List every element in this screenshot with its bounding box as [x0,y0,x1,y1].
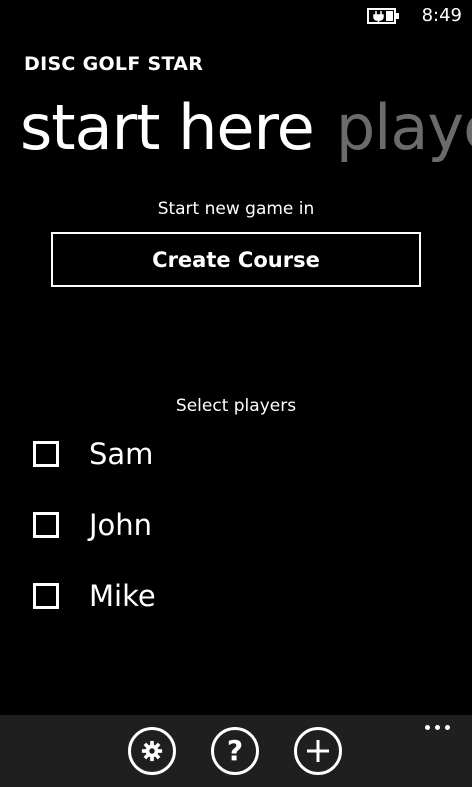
player-item[interactable]: Sam [33,434,153,474]
more-options-button[interactable] [425,725,450,730]
gear-icon [141,740,163,762]
settings-button[interactable] [128,727,176,775]
help-button[interactable]: ? [211,727,259,775]
pivot-item-players[interactable]: players [336,91,472,164]
player-checkbox[interactable] [33,512,59,538]
ellipsis-icon [445,725,450,730]
app-title: DISC GOLF STAR [24,53,204,75]
ellipsis-icon [435,725,440,730]
new-game-caption: Start new game in [157,199,315,219]
battery-charging-icon [367,8,399,24]
add-icon [307,740,329,762]
player-name: Sam [89,437,154,471]
clock: 8:49 [421,5,462,26]
help-icon: ? [226,734,244,767]
player-name: Mike [89,579,156,613]
ellipsis-icon [425,725,430,730]
pivot-item-start-here[interactable]: start here [20,91,315,164]
player-checkbox[interactable] [33,441,59,467]
add-button[interactable] [294,727,342,775]
player-item[interactable]: John [33,505,152,545]
player-name: John [89,508,153,542]
create-course-button[interactable]: Create Course [51,232,421,287]
status-bar: 8:49 [0,0,472,32]
player-checkbox[interactable] [33,583,59,609]
app-bar: ? [0,715,472,787]
pivot-header: start here players [20,88,472,168]
select-players-caption: Select players [175,396,297,416]
player-item[interactable]: Mike [33,576,156,616]
